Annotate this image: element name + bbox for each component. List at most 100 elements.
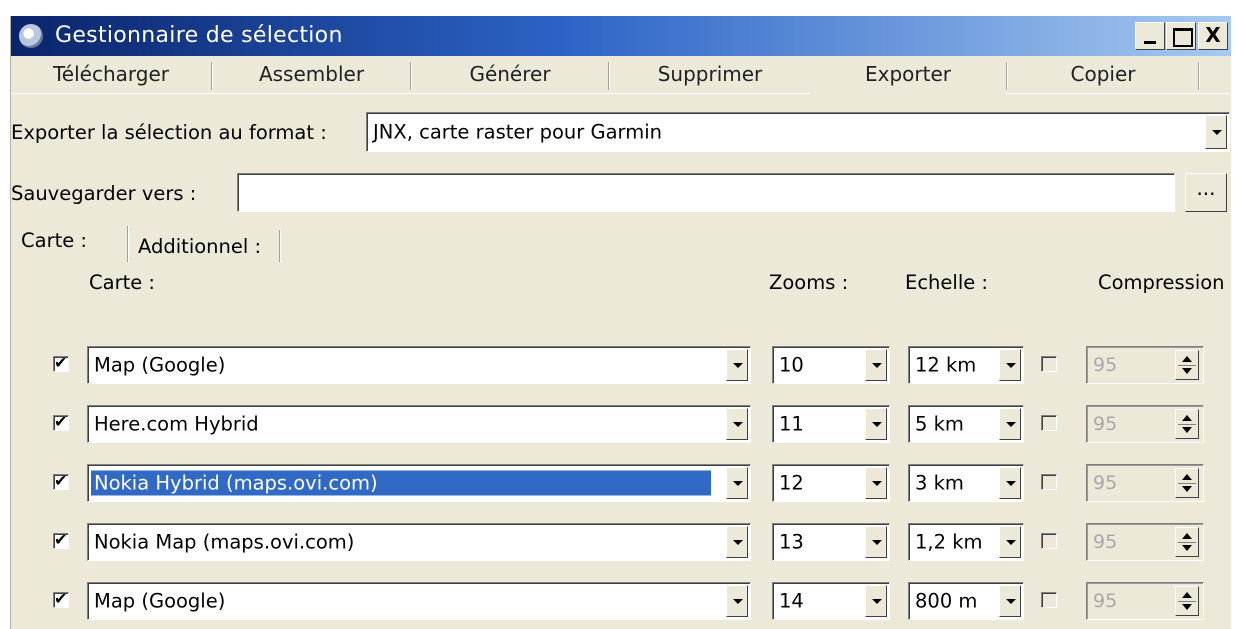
tab-assembler[interactable]: Assembler	[213, 56, 410, 94]
chevron-down-icon[interactable]	[865, 408, 887, 440]
compression-checkbox[interactable]	[1041, 415, 1057, 431]
row-enable-checkbox[interactable]	[53, 353, 69, 372]
up-down-arrows-icon[interactable]	[1175, 350, 1199, 380]
app-globe-icon	[19, 24, 43, 48]
scale-value: 3 km	[915, 471, 964, 495]
up-down-arrows-icon[interactable]	[1175, 468, 1199, 498]
scale-dropdown[interactable]: 800 m	[908, 582, 1024, 620]
compression-stepper[interactable]: 95	[1086, 405, 1204, 443]
map-value: Here.com Hybrid	[94, 412, 259, 436]
tab-telecharger[interactable]: Télécharger	[11, 56, 211, 94]
zoom-dropdown[interactable]: 12	[772, 464, 890, 502]
chevron-down-icon[interactable]	[726, 526, 748, 558]
minimize-button[interactable]	[1135, 22, 1165, 50]
chevron-down-icon[interactable]	[865, 349, 887, 381]
compression-stepper[interactable]: 95	[1086, 582, 1204, 620]
map-dropdown[interactable]: Nokia Map (maps.ovi.com)	[87, 523, 751, 561]
column-header-zooms: Zooms :	[769, 271, 849, 294]
compression-value: 95	[1093, 413, 1118, 435]
up-down-arrows-icon[interactable]	[1175, 586, 1199, 616]
zoom-dropdown[interactable]: 13	[772, 523, 890, 561]
title-bar[interactable]: Gestionnaire de sélection X	[11, 16, 1231, 56]
scale-dropdown[interactable]: 1,2 km	[908, 523, 1024, 561]
map-value: Map (Google)	[94, 353, 226, 377]
zoom-dropdown[interactable]: 11	[772, 405, 890, 443]
row-enable-checkbox[interactable]	[53, 530, 69, 549]
map-value: Nokia Map (maps.ovi.com)	[94, 530, 355, 554]
chevron-down-icon[interactable]	[999, 526, 1021, 558]
map-dropdown[interactable]: Nokia Hybrid (maps.ovi.com)	[87, 464, 751, 502]
chevron-down-icon[interactable]	[999, 585, 1021, 617]
window-title: Gestionnaire de sélection	[55, 23, 343, 48]
zoom-value: 11	[779, 412, 804, 436]
compression-value: 95	[1093, 590, 1118, 612]
browse-button[interactable]: ...	[1185, 173, 1227, 212]
format-dropdown[interactable]: JNX, carte raster pour Garmin	[366, 112, 1230, 152]
format-label: Exporter la sélection au format :	[11, 121, 327, 144]
scale-dropdown[interactable]: 5 km	[908, 405, 1024, 443]
compression-value: 95	[1093, 531, 1118, 553]
export-panel: Exporter la sélection au format : JNX, c…	[11, 94, 1231, 629]
chevron-down-icon[interactable]	[865, 467, 887, 499]
column-header-scale: Echelle :	[905, 271, 988, 294]
up-down-arrows-icon[interactable]	[1175, 409, 1199, 439]
up-down-arrows-icon[interactable]	[1175, 527, 1199, 557]
compression-value: 95	[1093, 354, 1118, 376]
save-path-input[interactable]	[237, 173, 1175, 212]
compression-checkbox[interactable]	[1041, 592, 1057, 608]
scale-value: 800 m	[915, 589, 978, 613]
chevron-down-icon[interactable]	[726, 585, 748, 617]
format-value: JNX, carte raster pour Garmin	[373, 120, 662, 144]
chevron-down-icon[interactable]	[999, 408, 1021, 440]
map-dropdown[interactable]: Here.com Hybrid	[87, 405, 751, 443]
maximize-button[interactable]	[1166, 22, 1196, 50]
scale-dropdown[interactable]: 12 km	[908, 346, 1024, 384]
chevron-down-icon[interactable]	[999, 467, 1021, 499]
row-enable-checkbox[interactable]	[53, 589, 69, 608]
tab-supprimer[interactable]: Supprimer	[610, 56, 810, 94]
scale-value: 5 km	[915, 412, 964, 436]
chevron-down-icon[interactable]	[865, 526, 887, 558]
compression-stepper[interactable]: 95	[1086, 523, 1204, 561]
chevron-down-icon[interactable]	[726, 408, 748, 440]
inner-tab-carte[interactable]: Carte :	[21, 229, 87, 252]
chevron-down-icon[interactable]	[999, 349, 1021, 381]
tab-divider	[1198, 62, 1200, 90]
scale-dropdown[interactable]: 3 km	[908, 464, 1024, 502]
compression-checkbox[interactable]	[1041, 474, 1057, 490]
inner-tab-additionnel[interactable]: Additionnel :	[138, 235, 261, 258]
save-label: Sauvegarder vers :	[11, 182, 197, 205]
zoom-value: 12	[779, 471, 804, 495]
tab-copier[interactable]: Copier	[1008, 56, 1198, 94]
map-value-selected: Nokia Hybrid (maps.ovi.com)	[91, 470, 711, 496]
close-button[interactable]: X	[1198, 22, 1228, 50]
scale-value: 12 km	[915, 353, 977, 377]
main-tab-strip: Télécharger Assembler Générer Supprimer …	[11, 56, 1231, 94]
compression-value: 95	[1093, 472, 1118, 494]
chevron-down-icon[interactable]	[726, 349, 748, 381]
map-dropdown[interactable]: Map (Google)	[87, 582, 751, 620]
column-header-map: Carte :	[89, 271, 155, 294]
compression-checkbox[interactable]	[1041, 356, 1057, 372]
compression-stepper[interactable]: 95	[1086, 464, 1204, 502]
zoom-dropdown[interactable]: 14	[772, 582, 890, 620]
map-value: Map (Google)	[94, 589, 226, 613]
column-header-compression: Compression	[1098, 271, 1225, 294]
tab-exporter[interactable]: Exporter	[810, 56, 1006, 94]
zoom-value: 10	[779, 353, 804, 377]
tab-divider	[127, 226, 129, 262]
scale-value: 1,2 km	[915, 530, 983, 554]
map-dropdown[interactable]: Map (Google)	[87, 346, 751, 384]
selection-manager-window: Gestionnaire de sélection X Télécharger …	[10, 16, 1231, 629]
compression-checkbox[interactable]	[1041, 533, 1057, 549]
row-enable-checkbox[interactable]	[53, 412, 69, 431]
zoom-dropdown[interactable]: 10	[772, 346, 890, 384]
chevron-down-icon[interactable]	[865, 585, 887, 617]
tab-divider	[279, 230, 281, 262]
zoom-value: 13	[779, 530, 804, 554]
tab-generer[interactable]: Générer	[412, 56, 608, 94]
chevron-down-icon[interactable]	[726, 467, 748, 499]
row-enable-checkbox[interactable]	[53, 471, 69, 490]
chevron-down-icon[interactable]	[1205, 115, 1227, 149]
compression-stepper[interactable]: 95	[1086, 346, 1204, 384]
